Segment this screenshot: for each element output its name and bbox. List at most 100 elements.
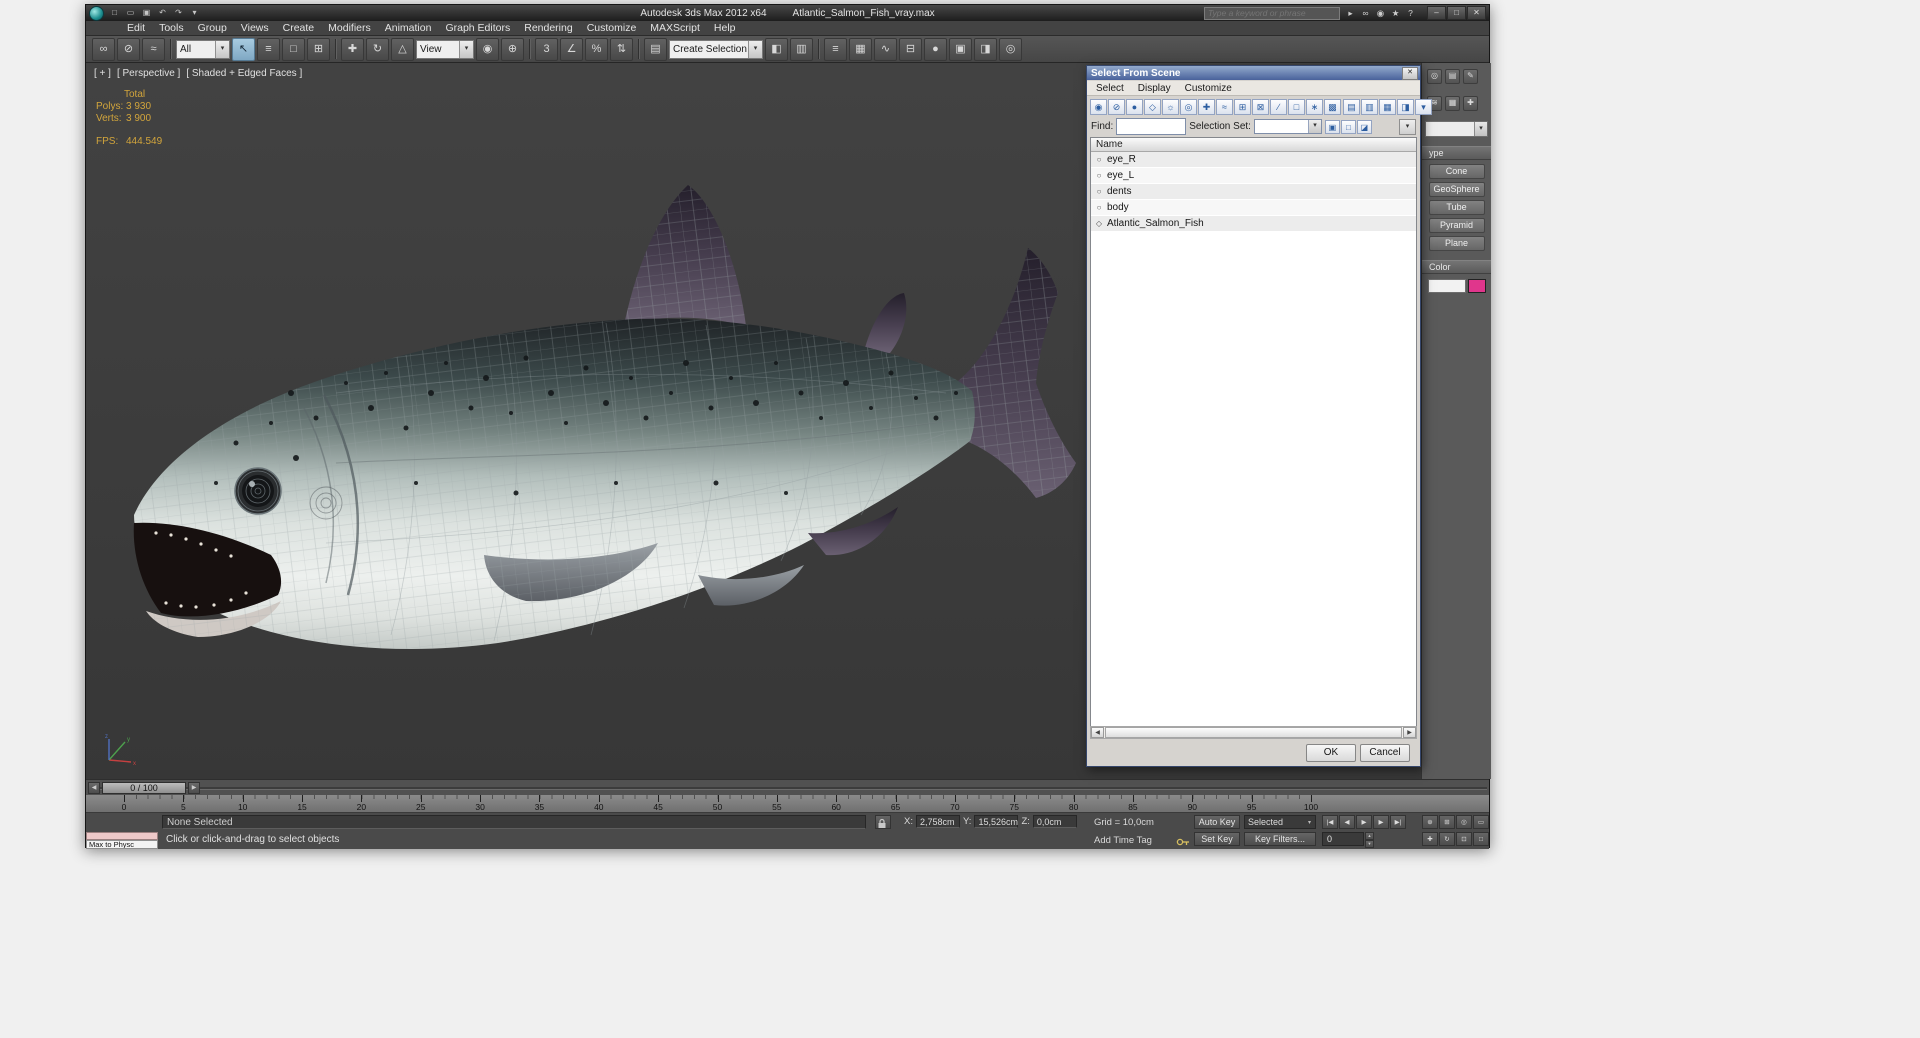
menu-group[interactable]: Group [191, 21, 234, 36]
timeline-frame-35[interactable]: 35 [535, 802, 544, 812]
dialog-title-bar[interactable]: Select From Scene ✕ [1087, 66, 1420, 80]
pan-icon[interactable]: ✚ [1422, 832, 1438, 846]
timeline-frame-100[interactable]: 100 [1304, 802, 1318, 812]
chevron-down-icon[interactable]: ▾ [748, 40, 762, 58]
edit-named-selection-sets-icon[interactable]: ▤ [644, 37, 667, 61]
timeline-frame-15[interactable]: 15 [297, 802, 306, 812]
set-key-button[interactable]: Set Key [1194, 832, 1240, 846]
selection-lock-toggle[interactable] [875, 815, 891, 829]
named-selection-sets-dropdown[interactable]: Create Selection Set▾ [669, 39, 763, 59]
subscription-center-icon[interactable]: ◉ [1374, 7, 1387, 19]
display-geometry-icon[interactable]: ● [1126, 99, 1143, 115]
selection-status-field[interactable]: None Selected [162, 815, 866, 829]
menu-edit[interactable]: Edit [120, 21, 152, 36]
timeline-frame-70[interactable]: 70 [950, 802, 959, 812]
select-by-name-icon[interactable]: ≡ [257, 37, 280, 61]
viewport-shading-menu[interactable]: [ Shaded + Edged Faces ] [186, 68, 302, 79]
rectangular-selection-region-icon[interactable]: □ [282, 37, 305, 61]
cancel-button[interactable]: Cancel [1360, 744, 1410, 762]
spinner-up-icon[interactable]: ▲ [1365, 832, 1374, 840]
layer-manager-icon[interactable]: ≡ [824, 37, 847, 61]
save-file-icon[interactable]: ▣ [140, 7, 153, 19]
horizontal-scrollbar[interactable]: ◀ ▶ [1090, 726, 1417, 739]
primitives-dropdown[interactable]: ▾ [1425, 121, 1488, 137]
timeline-frame-75[interactable]: 75 [1010, 802, 1019, 812]
align-icon[interactable]: ▥ [790, 37, 813, 61]
scroll-left-icon[interactable]: ◀ [1091, 727, 1104, 738]
display-xrefs-icon[interactable]: ⊠ [1252, 99, 1269, 115]
schematic-view-icon[interactable]: ⊟ [899, 37, 922, 61]
time-slider[interactable]: 0 / 100 [102, 782, 186, 794]
use-pivot-point-center-icon[interactable]: ◉ [476, 37, 499, 61]
chevron-down-icon[interactable]: ▾ [459, 40, 473, 58]
create-pyramid-button[interactable]: Pyramid [1428, 218, 1485, 233]
scene-object-row[interactable]: ○ dents [1091, 184, 1416, 200]
timeline-frame-5[interactable]: 5 [181, 802, 186, 812]
timeline-frame-40[interactable]: 40 [594, 802, 603, 812]
scrollbar-thumb[interactable] [1105, 727, 1402, 738]
orbit-icon[interactable]: ↻ [1439, 832, 1455, 846]
undo-icon[interactable]: ↶ [156, 7, 169, 19]
select-and-manipulate-icon[interactable]: ⊕ [501, 37, 524, 61]
timeline-frame-65[interactable]: 65 [891, 802, 900, 812]
chevron-down-icon[interactable]: ▾ [215, 40, 229, 58]
reference-coordinate-system-dropdown[interactable]: View ▾ [416, 39, 474, 59]
display-containers-icon[interactable]: □ [1288, 99, 1305, 115]
window-crossing-toggle-icon[interactable]: ⊞ [307, 37, 330, 61]
timeline-frame-60[interactable]: 60 [831, 802, 840, 812]
key-filters-button[interactable]: Key Filters... [1244, 832, 1316, 846]
menu-modifiers[interactable]: Modifiers [321, 21, 378, 36]
current-frame-field[interactable]: 0 [1322, 832, 1364, 846]
create-plane-button[interactable]: Plane [1428, 236, 1485, 251]
menu-help[interactable]: Help [707, 21, 743, 36]
dialog-menu-customize[interactable]: Customize [1178, 83, 1239, 94]
object-name-field[interactable] [1428, 279, 1466, 293]
material-editor-icon[interactable]: ● [924, 37, 947, 61]
snaps-toggle-icon[interactable]: 3 [535, 37, 558, 61]
minimize-button[interactable]: – [1427, 6, 1446, 20]
curve-editor-icon[interactable]: ∿ [874, 37, 897, 61]
object-type-rollout-header[interactable]: ype [1422, 146, 1491, 160]
scene-object-row[interactable]: ○ body [1091, 200, 1416, 216]
select-object-icon[interactable]: ↖ [232, 37, 255, 61]
display-none-icon[interactable]: ⊘ [1108, 99, 1125, 115]
zoom-all-icon[interactable]: ⊞ [1439, 815, 1455, 829]
column-chooser-icon[interactable]: ▥ [1361, 99, 1378, 115]
select-and-rotate-icon[interactable]: ↻ [366, 37, 389, 61]
quick-access-dropdown-icon[interactable]: ▾ [188, 7, 201, 19]
scene-object-row[interactable]: ○ eye_R [1091, 152, 1416, 168]
select-and-move-icon[interactable]: ✚ [341, 37, 364, 61]
timeline-frame-55[interactable]: 55 [772, 802, 781, 812]
timeline-frame-95[interactable]: 95 [1247, 802, 1256, 812]
dialog-menu-display[interactable]: Display [1131, 83, 1178, 94]
dialog-menu-select[interactable]: Select [1089, 83, 1131, 94]
viewport-general-menu[interactable]: [ + ] [94, 68, 111, 79]
display-space-warps-icon[interactable]: ≈ [1216, 99, 1233, 115]
macro-recorder-strip[interactable] [86, 832, 158, 840]
close-button[interactable]: ✕ [1467, 6, 1486, 20]
sort-icon[interactable]: ◨ [1397, 99, 1414, 115]
chevron-down-icon[interactable]: ▾ [1304, 819, 1315, 826]
redo-icon[interactable]: ↷ [172, 7, 185, 19]
more-options-dropdown-icon[interactable]: ▾ [1399, 118, 1416, 135]
timeline-frame-50[interactable]: 50 [713, 802, 722, 812]
maxscript-mini-listener[interactable]: Max to Physc [86, 840, 158, 849]
key-mode-dropdown[interactable]: Selected ▾ [1244, 815, 1316, 829]
space-warps-category-icon[interactable]: ▦ [1445, 96, 1460, 111]
display-shapes-icon[interactable]: ◇ [1144, 99, 1161, 115]
timeline-frame-90[interactable]: 90 [1188, 802, 1197, 812]
infocenter-arrow-icon[interactable]: ▸ [1344, 7, 1357, 19]
menu-maxscript[interactable]: MAXScript [643, 21, 707, 36]
menu-customize[interactable]: Customize [580, 21, 644, 36]
motion-tab-icon[interactable]: ◎ [1427, 69, 1442, 84]
display-tab-icon[interactable]: ▤ [1445, 69, 1460, 84]
zoom-region-icon[interactable]: ▭ [1473, 815, 1489, 829]
render-production-icon[interactable]: ◎ [999, 37, 1022, 61]
x-coordinate-field[interactable]: 2,758cm [915, 815, 960, 828]
new-scene-icon[interactable]: □ [108, 7, 121, 19]
select-none-icon[interactable]: □ [1340, 119, 1356, 134]
timeline-frame-0[interactable]: 0 [122, 802, 127, 812]
chevron-down-icon[interactable]: ▾ [1474, 122, 1487, 136]
3ds-max-logo-icon[interactable] [89, 5, 104, 21]
timeline-frame-85[interactable]: 85 [1128, 802, 1137, 812]
